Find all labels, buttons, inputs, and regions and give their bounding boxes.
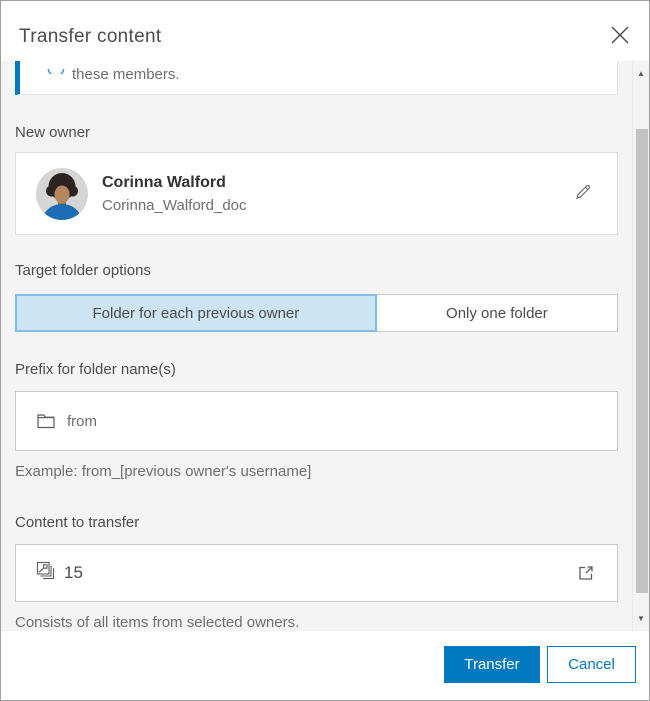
- folder-icon: [37, 413, 55, 429]
- owner-info: Corinna Walford Corinna_Walford_doc: [102, 174, 247, 214]
- scroll-content: these members. New owner: [1, 61, 632, 631]
- scroll-down-icon[interactable]: ▼: [633, 614, 649, 623]
- dialog-header: Transfer content: [1, 1, 649, 61]
- dialog-scroll-area: these members. New owner: [1, 61, 649, 631]
- external-link-icon: [577, 564, 595, 582]
- page-title: Transfer content: [19, 26, 161, 48]
- avatar: [36, 168, 88, 220]
- new-owner-card: Corinna Walford Corinna_Walford_doc: [15, 152, 618, 235]
- close-icon: [609, 24, 631, 46]
- target-folder-segmented-control: Folder for each previous owner Only one …: [15, 294, 618, 332]
- footer-buttons: Transfer Cancel: [444, 646, 636, 683]
- content-note: Consists of all items from selected owne…: [15, 614, 618, 631]
- owner-name: Corinna Walford: [102, 174, 247, 192]
- transfer-content-dialog: Transfer content these members. New owne…: [0, 0, 650, 701]
- info-banner: these members.: [15, 61, 618, 95]
- owner-username: Corinna_Walford_doc: [102, 197, 247, 214]
- open-content-button[interactable]: [575, 562, 597, 584]
- prefix-example-hint: Example: from_[previous owner's username…: [15, 463, 618, 480]
- option-only-one-folder[interactable]: Only one folder: [377, 294, 618, 332]
- content-count: 15: [64, 563, 83, 583]
- edit-icon: [573, 182, 593, 202]
- edit-owner-button[interactable]: [569, 178, 597, 209]
- close-button[interactable]: [607, 23, 633, 49]
- prefix-label: Prefix for folder name(s): [15, 362, 618, 377]
- content-count-box: 15: [15, 544, 618, 602]
- prefix-input-field[interactable]: [67, 413, 596, 430]
- transfer-button[interactable]: Transfer: [444, 646, 540, 683]
- scrollbar[interactable]: ▲ ▼: [632, 61, 649, 631]
- dialog-footer: Transfer Cancel: [1, 631, 649, 700]
- scroll-up-icon[interactable]: ▲: [633, 69, 649, 78]
- scrollbar-thumb[interactable]: [636, 129, 648, 593]
- prefix-input[interactable]: [15, 391, 618, 451]
- info-icon: [47, 65, 65, 74]
- items-stack-icon: [36, 561, 56, 586]
- cancel-button[interactable]: Cancel: [547, 646, 636, 683]
- info-banner-text: these members.: [72, 66, 180, 83]
- target-folder-options-label: Target folder options: [15, 263, 618, 278]
- new-owner-label: New owner: [15, 125, 618, 140]
- content-to-transfer-label: Content to transfer: [15, 515, 618, 530]
- option-folder-for-each-previous-owner[interactable]: Folder for each previous owner: [15, 294, 377, 332]
